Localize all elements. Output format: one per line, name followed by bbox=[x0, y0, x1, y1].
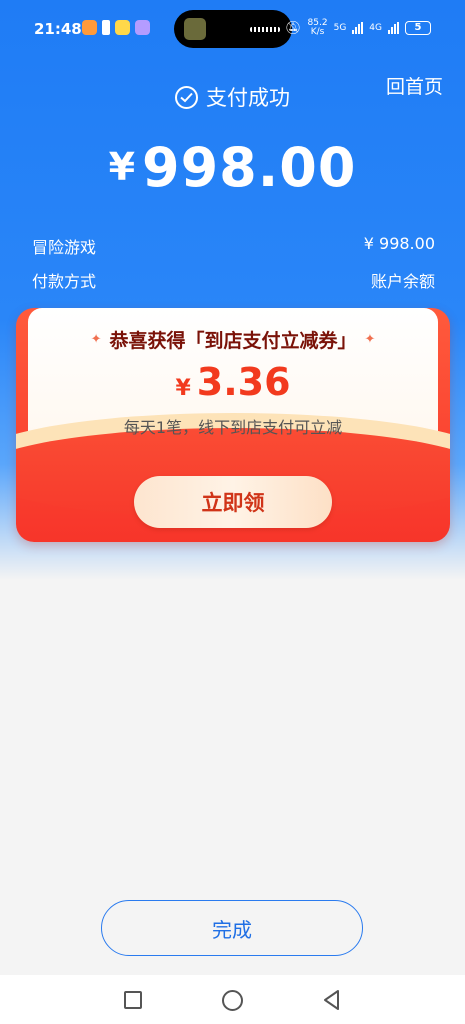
home-icon[interactable] bbox=[222, 990, 243, 1011]
status-bar: 21:48 🔕︎ 85.2 K/s 5G 4G 5 bbox=[0, 0, 465, 56]
done-button[interactable]: 完成 bbox=[101, 900, 363, 956]
status-indicators: 🔕︎ 85.2 K/s 5G 4G 5 bbox=[285, 19, 431, 37]
recent-apps-icon[interactable] bbox=[124, 991, 142, 1009]
status-time: 21:48 bbox=[34, 20, 82, 38]
signal-5g-icon bbox=[352, 22, 364, 34]
app-purple-icon bbox=[135, 20, 150, 35]
claim-coupon-button[interactable]: 立即领 bbox=[134, 476, 332, 528]
firecracker-left-icon: ✦ bbox=[90, 332, 102, 347]
payment-method-row: 付款方式 账户余额 bbox=[32, 268, 435, 292]
coupon-currency-symbol: ¥ bbox=[175, 376, 191, 401]
signal-4g-icon bbox=[388, 22, 399, 34]
payment-method-value: 账户余额 bbox=[370, 272, 435, 291]
payment-status: 支付成功 bbox=[0, 82, 465, 112]
coupon-amount-value: 3.36 bbox=[196, 360, 291, 404]
coupon-title-text: 恭喜获得「到店支付立减券」 bbox=[109, 330, 357, 352]
back-icon[interactable] bbox=[321, 989, 343, 1011]
dynamic-island[interactable] bbox=[174, 10, 292, 48]
net-speed-unit: K/s bbox=[310, 27, 325, 37]
payment-method-label: 付款方式 bbox=[32, 272, 97, 291]
coupon-title: ✦ 恭喜获得「到店支付立减券」 ✦ bbox=[16, 326, 450, 353]
coupon-amount: ¥3.36 bbox=[16, 360, 450, 404]
media-thumbnail-icon bbox=[184, 18, 206, 40]
coupon-description: 每天1笔，线下到店支付可立减 bbox=[123, 418, 343, 437]
system-nav-bar bbox=[0, 975, 465, 1024]
net-speed: 85.2 K/s bbox=[308, 19, 328, 37]
order-item-label: 冒险游戏 bbox=[32, 238, 97, 257]
payment-amount: ¥998.00 bbox=[0, 136, 465, 199]
coupon-card: ✦ 恭喜获得「到店支付立减券」 ✦ ¥3.36 每天1笔，线下到店支付可立减 立… bbox=[16, 308, 450, 542]
notification-icons bbox=[82, 20, 150, 35]
network-4g-label: 4G bbox=[369, 22, 382, 33]
network-5g-label: 5G bbox=[333, 22, 347, 33]
payment-amount-value: 998.00 bbox=[142, 136, 357, 199]
order-item-row: 冒险游戏 ¥ 998.00 bbox=[32, 234, 435, 258]
audio-wave-icon bbox=[250, 27, 280, 32]
app-a-icon bbox=[115, 20, 130, 35]
mute-icon: 🔕︎ bbox=[285, 20, 302, 36]
heart-app-icon bbox=[82, 20, 97, 35]
currency-symbol: ¥ bbox=[108, 145, 137, 189]
firecracker-right-icon: ✦ bbox=[364, 332, 376, 347]
battery-saver-icon bbox=[102, 20, 110, 35]
payment-status-text: 支付成功 bbox=[206, 86, 290, 110]
check-circle-icon bbox=[175, 85, 198, 109]
battery-icon: 5 bbox=[405, 21, 431, 35]
order-item-amount: ¥ 998.00 bbox=[363, 234, 435, 253]
